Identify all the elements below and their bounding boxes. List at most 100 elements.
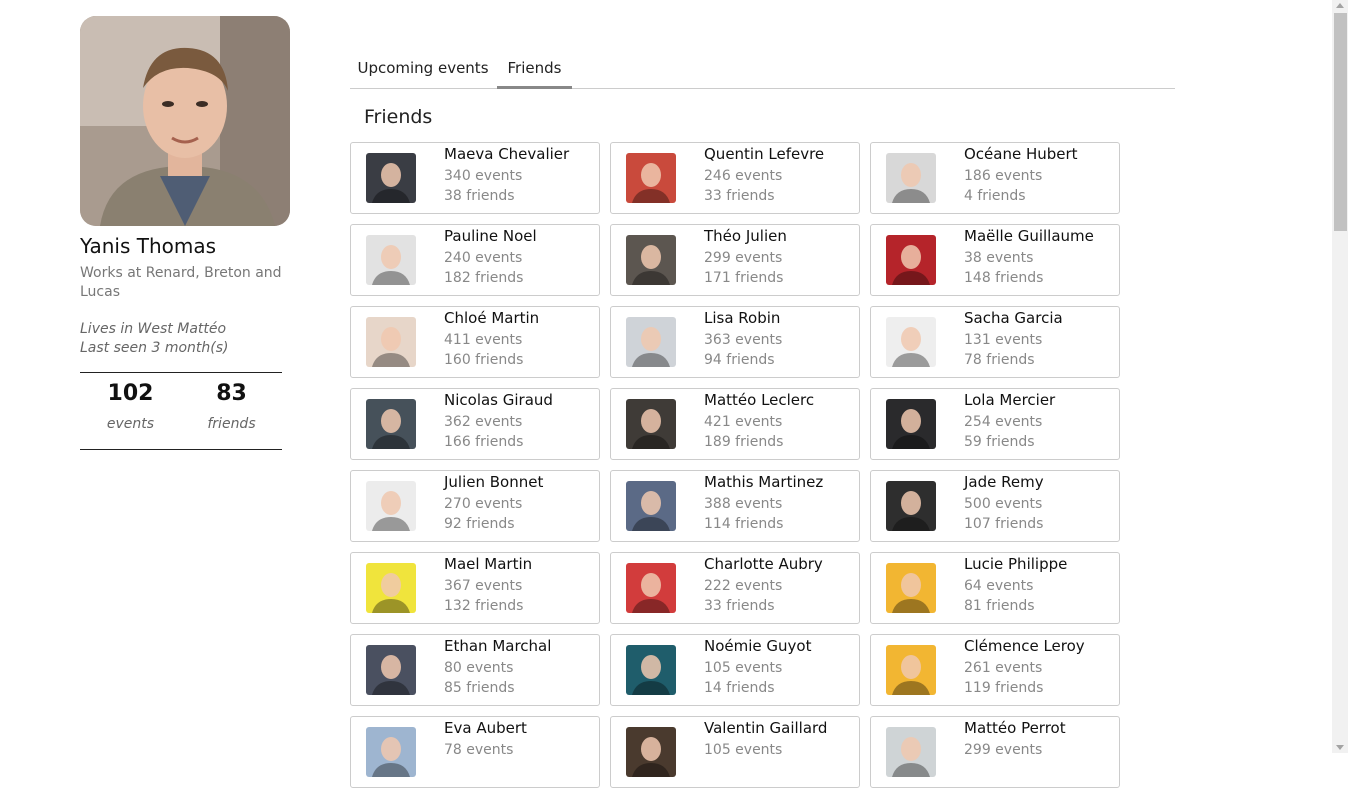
friend-avatar[interactable] [886,645,936,695]
friend-card[interactable]: Pauline Noel 240 events 182 friends [350,224,600,296]
scroll-down-icon[interactable] [1336,745,1344,750]
friend-avatar[interactable] [886,727,936,777]
friend-name[interactable]: Lola Mercier [964,391,1055,409]
friend-friends-count: 94 friends [704,352,775,368]
friend-events-count: 388 events [704,496,783,512]
friend-card[interactable]: Lisa Robin 363 events 94 friends [610,306,860,378]
friend-friends-count: 119 friends [964,680,1044,696]
scroll-thumb[interactable] [1334,13,1347,231]
friend-avatar[interactable] [366,399,416,449]
friend-name[interactable]: Pauline Noel [444,227,537,245]
friend-card[interactable]: Ethan Marchal 80 events 85 friends [350,634,600,706]
friend-name[interactable]: Mattéo Leclerc [704,391,814,409]
friend-name[interactable]: Eva Aubert [444,719,527,737]
tab-upcoming-events[interactable]: Upcoming events [350,50,496,86]
friend-events-count: 64 events [964,578,1034,594]
friend-avatar[interactable] [626,317,676,367]
friend-card[interactable]: Quentin Lefevre 246 events 33 friends [610,142,860,214]
friend-card[interactable]: Valentin Gaillard 105 events [610,716,860,788]
friends-stat[interactable]: 83 friends [181,373,282,449]
friend-card[interactable]: Chloé Martin 411 events 160 friends [350,306,600,378]
friend-avatar[interactable] [366,153,416,203]
friend-card[interactable]: Jade Remy 500 events 107 friends [870,470,1120,542]
friend-name[interactable]: Chloé Martin [444,309,539,327]
friend-events-count: 78 events [444,742,514,758]
friend-avatar[interactable] [886,153,936,203]
friend-card[interactable]: Julien Bonnet 270 events 92 friends [350,470,600,542]
friend-avatar[interactable] [886,235,936,285]
friend-card[interactable]: Théo Julien 299 events 171 friends [610,224,860,296]
friend-card[interactable]: Mattéo Perrot 299 events [870,716,1120,788]
friend-events-count: 411 events [444,332,523,348]
friend-name[interactable]: Maëlle Guillaume [964,227,1094,245]
friend-name[interactable]: Maeva Chevalier [444,145,569,163]
friend-events-count: 246 events [704,168,783,184]
friend-friends-count: 132 friends [444,598,524,614]
friend-card[interactable]: Eva Aubert 78 events [350,716,600,788]
friend-name[interactable]: Clémence Leroy [964,637,1085,655]
scrollbar[interactable] [1332,0,1348,753]
friend-name[interactable]: Océane Hubert [964,145,1078,163]
profile-work: Works at Renard, Breton and Lucas [80,265,282,300]
friend-card[interactable]: Mathis Martinez 388 events 114 friends [610,470,860,542]
friend-avatar[interactable] [366,317,416,367]
scroll-up-icon[interactable] [1336,3,1344,8]
friend-name[interactable]: Nicolas Giraud [444,391,553,409]
friend-friends-count: 114 friends [704,516,784,532]
friend-card[interactable]: Sacha Garcia 131 events 78 friends [870,306,1120,378]
friend-avatar[interactable] [626,727,676,777]
friend-name[interactable]: Théo Julien [704,227,787,245]
friend-card[interactable]: Lola Mercier 254 events 59 friends [870,388,1120,460]
friend-name[interactable]: Mathis Martinez [704,473,823,491]
friend-card[interactable]: Lucie Philippe 64 events 81 friends [870,552,1120,624]
friend-name[interactable]: Julien Bonnet [444,473,543,491]
friend-name[interactable]: Mael Martin [444,555,532,573]
events-stat[interactable]: 102 events [80,373,181,449]
friend-card[interactable]: Océane Hubert 186 events 4 friends [870,142,1120,214]
friend-events-count: 105 events [704,742,783,758]
profile-location: Lives in West Mattéo [80,321,227,337]
friend-card[interactable]: Nicolas Giraud 362 events 166 friends [350,388,600,460]
tab-friends[interactable]: Friends [497,50,572,89]
friend-avatar[interactable] [626,153,676,203]
friend-card[interactable]: Maeva Chevalier 340 events 38 friends [350,142,600,214]
friend-friends-count: 78 friends [964,352,1035,368]
friend-avatar[interactable] [626,399,676,449]
friend-avatar[interactable] [886,563,936,613]
friend-name[interactable]: Valentin Gaillard [704,719,827,737]
friend-avatar[interactable] [886,317,936,367]
friend-name[interactable]: Charlotte Aubry [704,555,823,573]
friend-avatar[interactable] [626,563,676,613]
friend-name[interactable]: Ethan Marchal [444,637,551,655]
friend-name[interactable]: Lisa Robin [704,309,780,327]
friend-avatar[interactable] [626,645,676,695]
friend-avatar[interactable] [366,563,416,613]
friend-name[interactable]: Jade Remy [964,473,1044,491]
friend-events-count: 261 events [964,660,1043,676]
friend-name[interactable]: Mattéo Perrot [964,719,1066,737]
friend-avatar[interactable] [366,481,416,531]
friend-card[interactable]: Mael Martin 367 events 132 friends [350,552,600,624]
friend-card[interactable]: Noémie Guyot 105 events 14 friends [610,634,860,706]
friend-avatar[interactable] [886,399,936,449]
friend-events-count: 421 events [704,414,783,430]
friend-card[interactable]: Mattéo Leclerc 421 events 189 friends [610,388,860,460]
friend-avatar[interactable] [626,481,676,531]
friend-name[interactable]: Quentin Lefevre [704,145,824,163]
profile-name: Yanis Thomas [80,234,217,258]
friend-events-count: 270 events [444,496,523,512]
friend-name[interactable]: Noémie Guyot [704,637,811,655]
friend-avatar[interactable] [886,481,936,531]
friend-name[interactable]: Lucie Philippe [964,555,1067,573]
friend-avatar[interactable] [366,645,416,695]
friend-friends-count: 166 friends [444,434,524,450]
friend-card[interactable]: Charlotte Aubry 222 events 33 friends [610,552,860,624]
friend-avatar[interactable] [366,727,416,777]
friend-card[interactable]: Maëlle Guillaume 38 events 148 friends [870,224,1120,296]
friend-name[interactable]: Sacha Garcia [964,309,1063,327]
friend-friends-count: 33 friends [704,598,775,614]
friend-avatar[interactable] [626,235,676,285]
events-label: events [106,416,155,432]
friend-card[interactable]: Clémence Leroy 261 events 119 friends [870,634,1120,706]
friend-avatar[interactable] [366,235,416,285]
